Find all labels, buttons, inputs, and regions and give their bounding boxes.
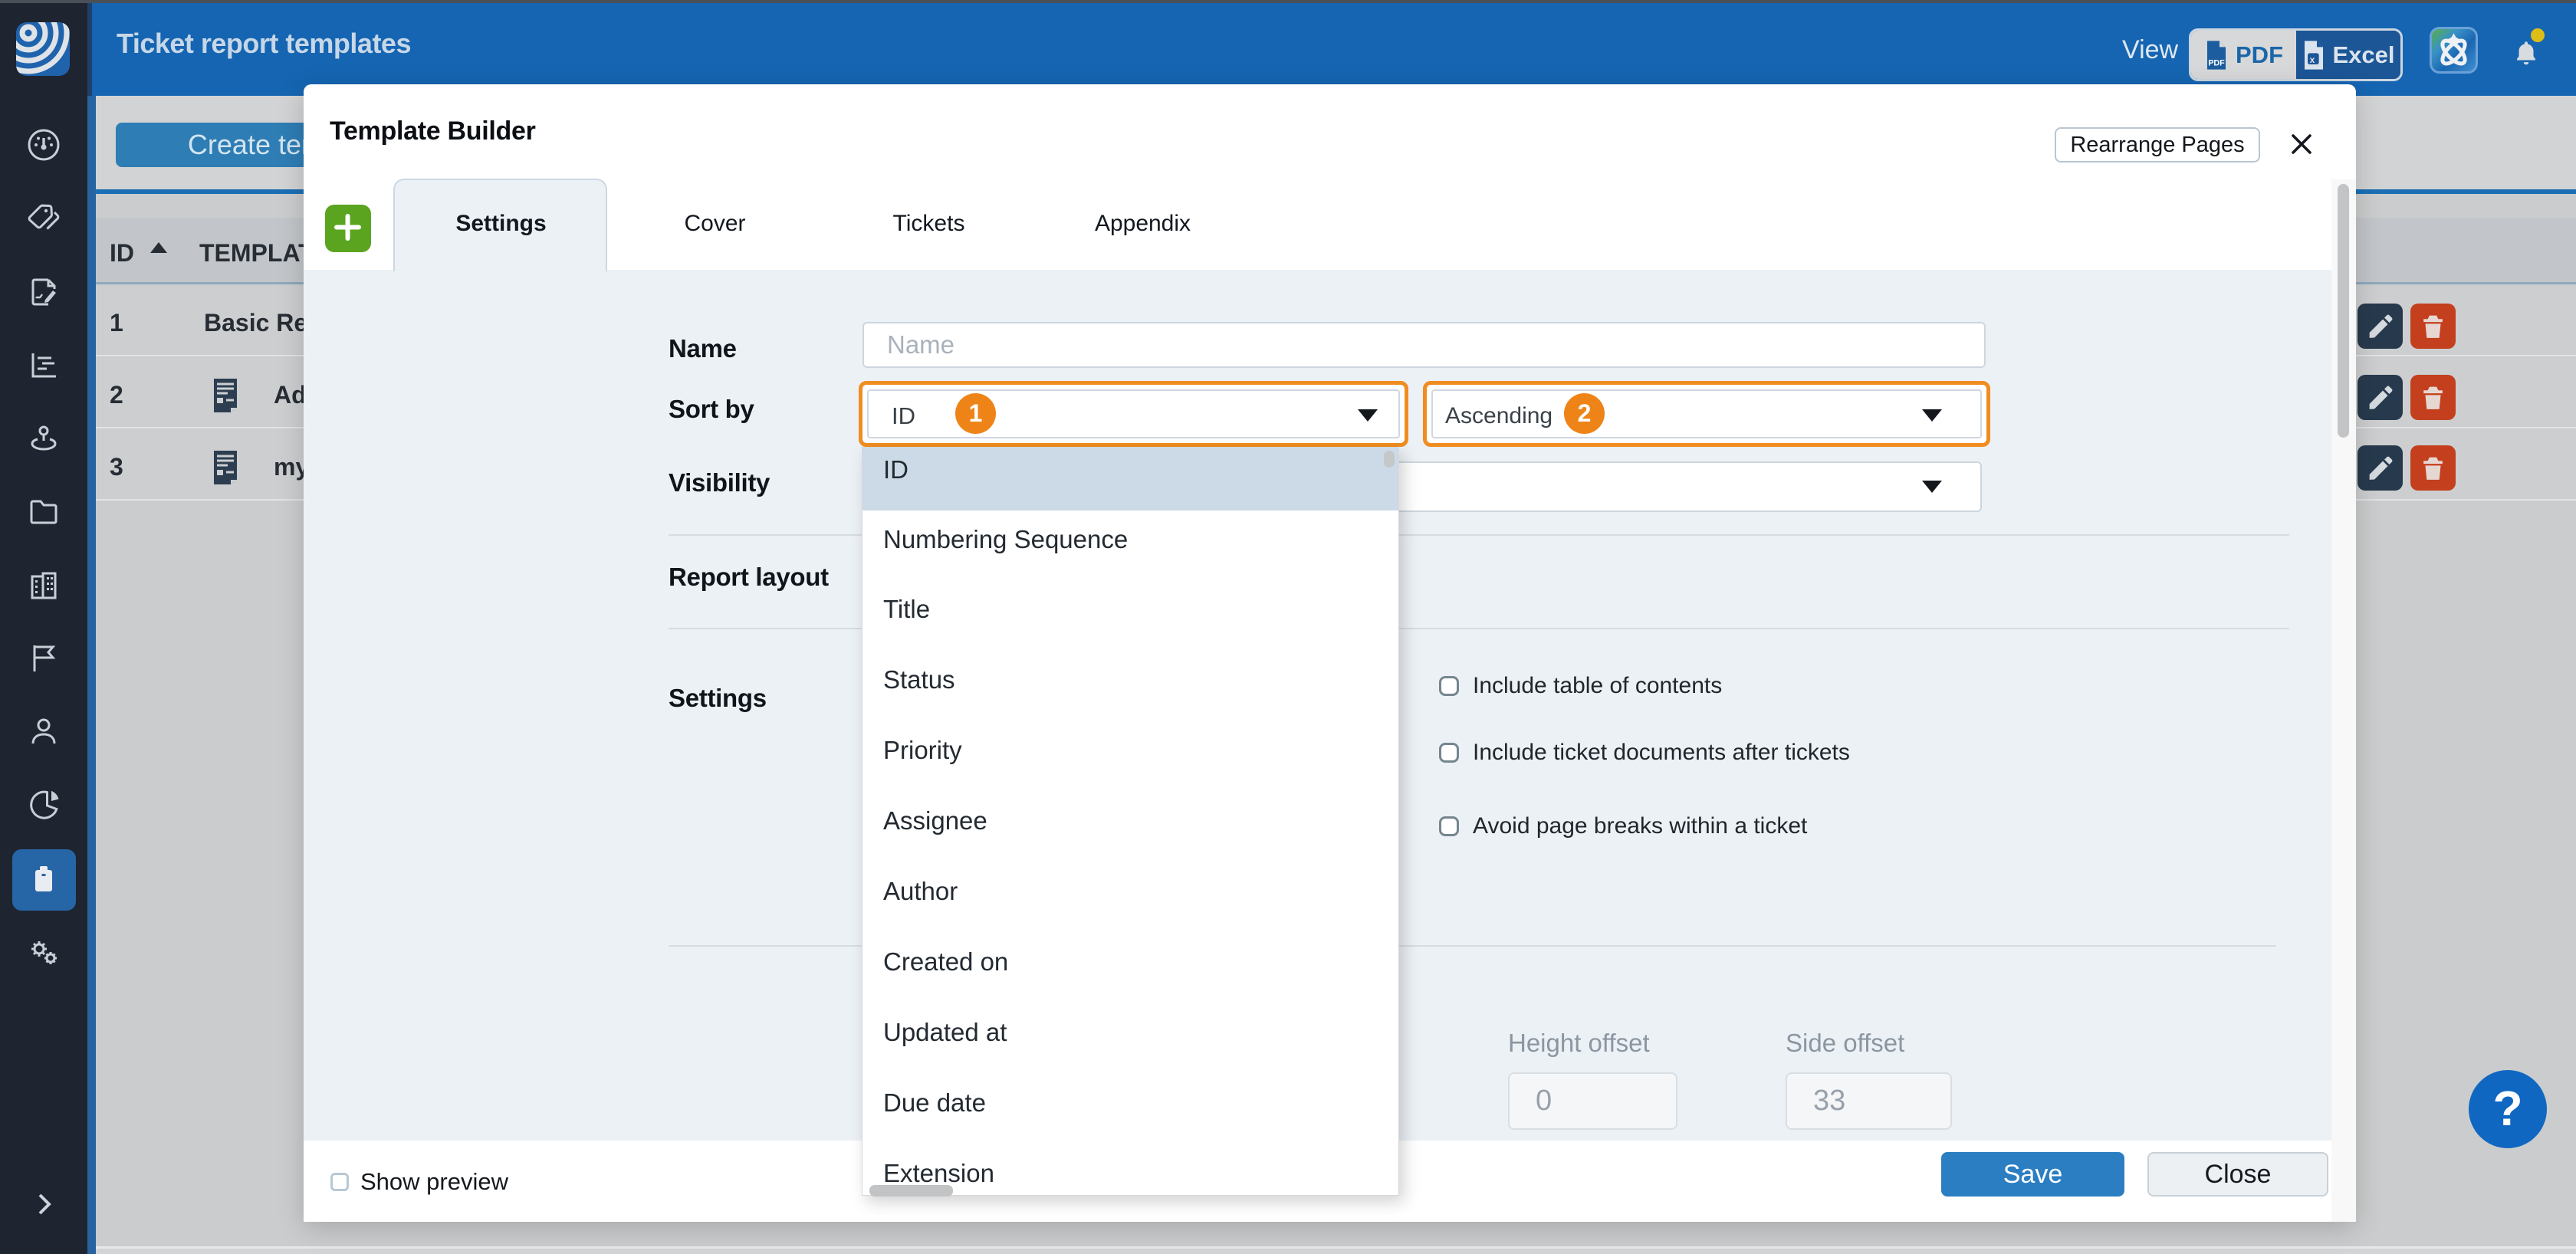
svg-text:PDF: PDF (2208, 58, 2225, 67)
svg-text:x: x (2310, 54, 2315, 65)
